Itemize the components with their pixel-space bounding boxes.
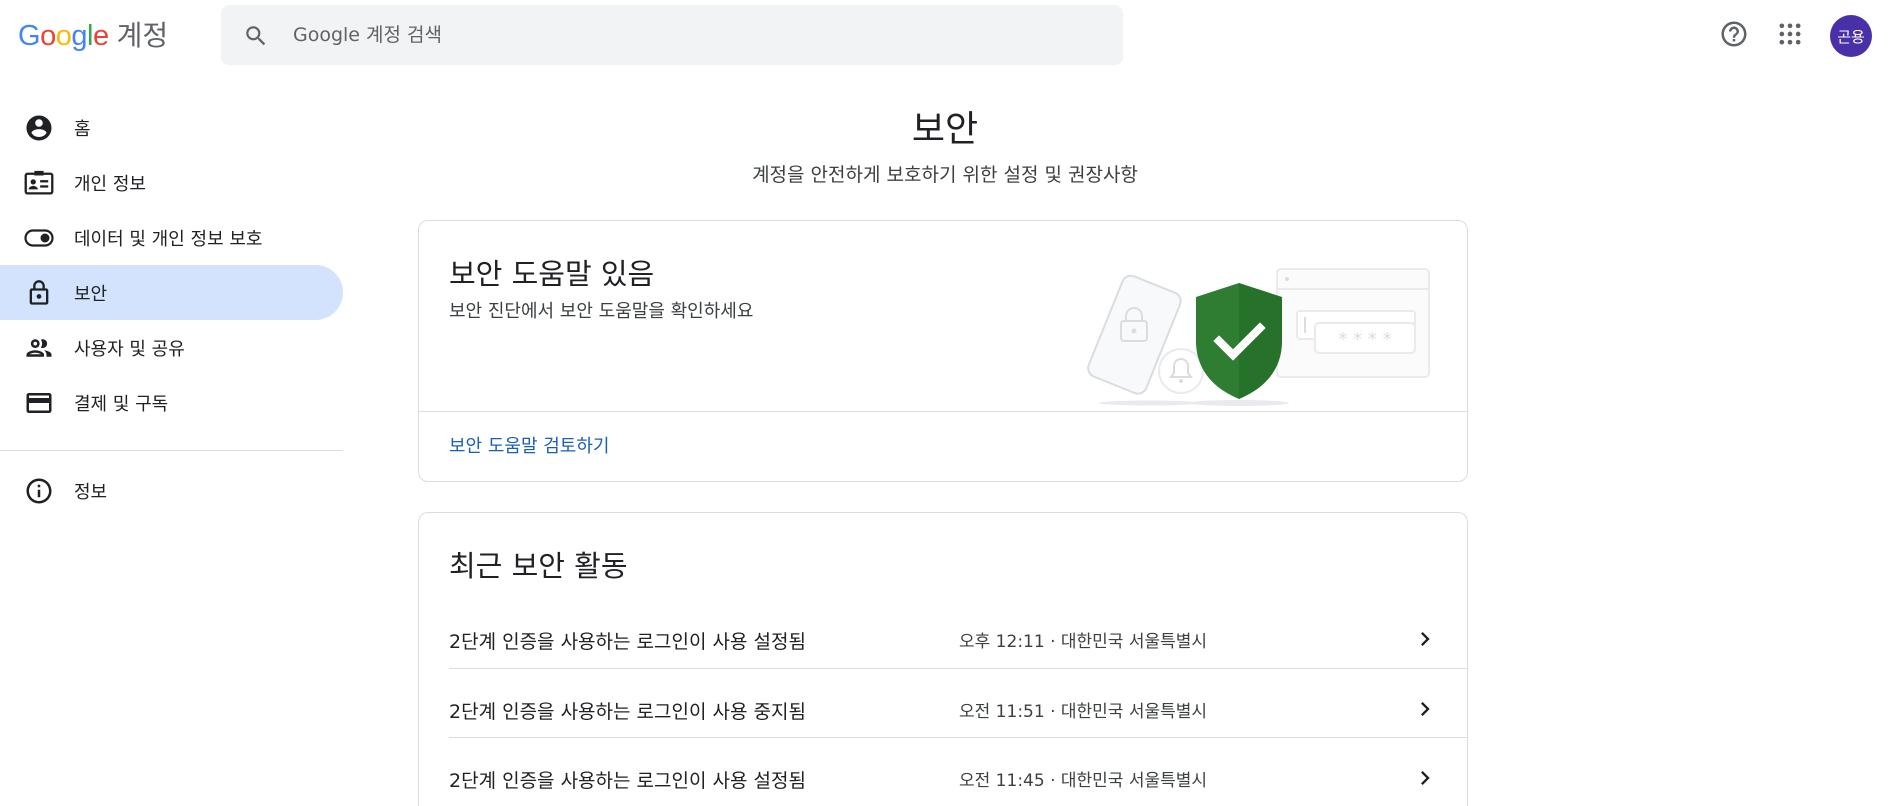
- sidebar-divider: [0, 450, 343, 451]
- logo-letter: e: [92, 20, 109, 52]
- row-divider: [449, 668, 1467, 669]
- lock-icon: [24, 278, 54, 308]
- credit-card-icon: [24, 388, 54, 418]
- page-subtitle: 계정을 안전하게 보호하기 위한 설정 및 권장사항: [752, 164, 1138, 186]
- people-icon: [24, 333, 54, 363]
- sidebar-item-label: 사용자 및 공유: [74, 338, 185, 360]
- sidebar-item-data-privacy[interactable]: 데이터 및 개인 정보 보호: [0, 210, 343, 265]
- activity-label: 2단계 인증을 사용하는 로그인이 사용 중지됨: [449, 701, 806, 723]
- password-mask-text: * * * *: [1338, 329, 1391, 350]
- security-shield-illustration: * * * *: [1087, 268, 1430, 406]
- logo-letter: o: [40, 20, 56, 52]
- activity-row[interactable]: 2단계 인증을 사용하는 로그인이 사용 중지됨 오전 11:51 · 대한민국…: [449, 675, 1467, 745]
- sidebar-item-label: 결제 및 구독: [74, 393, 169, 415]
- logo-letter: o: [55, 20, 72, 52]
- page-title: 보안: [911, 109, 979, 150]
- chevron-right-icon: [1421, 702, 1430, 716]
- sidebar-item-personal-info[interactable]: 개인 정보: [0, 155, 343, 210]
- id-card-icon: [24, 168, 54, 198]
- sidebar: 홈 개인 정보 데이터 및 개인 정보 보호 보안 사용자 및 공유 결제 및 …: [0, 100, 343, 518]
- info-icon: [24, 476, 54, 506]
- activity-meta: 오전 11:45 · 대한민국 서울특별시: [959, 771, 1208, 791]
- help-icon: [1721, 21, 1747, 47]
- security-tips-card: 보안 도움말 있음 보안 진단에서 보안 도움말을 확인하세요 * * * *: [418, 220, 1468, 482]
- activity-label: 2단계 인증을 사용하는 로그인이 사용 설정됨: [449, 770, 806, 792]
- help-button[interactable]: [1717, 17, 1751, 51]
- sidebar-item-people-sharing[interactable]: 사용자 및 공유: [0, 320, 343, 375]
- card-divider: [419, 411, 1467, 412]
- activity-row[interactable]: 2단계 인증을 사용하는 로그인이 사용 설정됨 오전 11:45 · 대한민국…: [449, 744, 1467, 806]
- google-account-logo[interactable]: Google 계정: [18, 14, 168, 54]
- sidebar-item-label: 보안: [74, 283, 108, 305]
- avatar[interactable]: 곤용: [1830, 15, 1872, 57]
- sidebar-item-payments[interactable]: 결제 및 구독: [0, 375, 343, 430]
- sidebar-item-home[interactable]: 홈: [0, 100, 343, 155]
- review-security-tips-link[interactable]: 보안 도움말 검토하기: [449, 432, 609, 458]
- sidebar-item-label: 정보: [74, 481, 108, 503]
- security-tips-title: 보안 도움말 있음: [449, 257, 655, 291]
- sidebar-item-label: 데이터 및 개인 정보 보호: [74, 228, 263, 250]
- recent-security-activity-card: 최근 보안 활동 2단계 인증을 사용하는 로그인이 사용 설정됨 오후 12:…: [418, 512, 1468, 806]
- chevron-right-icon: [1421, 771, 1430, 785]
- apps-button[interactable]: [1773, 17, 1807, 51]
- security-tips-description: 보안 진단에서 보안 도움말을 확인하세요: [449, 301, 754, 322]
- row-divider: [449, 737, 1467, 738]
- activity-row[interactable]: 2단계 인증을 사용하는 로그인이 사용 설정됨 오후 12:11 · 대한민국…: [449, 605, 1467, 675]
- sidebar-item-label: 개인 정보: [74, 173, 146, 195]
- account-circle-icon: [24, 113, 54, 143]
- google-wordmark: Google: [18, 20, 109, 53]
- search-bar[interactable]: [221, 5, 1123, 65]
- sidebar-item-security[interactable]: 보안: [0, 265, 343, 320]
- logo-letter: g: [71, 20, 87, 52]
- sidebar-item-label: 홈: [74, 118, 91, 140]
- toggle-icon: [24, 223, 54, 253]
- google-account-app: Google 계정 곤용: [0, 0, 1893, 806]
- search-icon[interactable]: [243, 23, 269, 49]
- search-input[interactable]: [293, 5, 1093, 65]
- activity-meta: 오전 11:51 · 대한민국 서울특별시: [959, 702, 1208, 722]
- sidebar-item-about[interactable]: 정보: [0, 463, 343, 518]
- product-name: 계정: [116, 19, 169, 52]
- apps-grid-icon: [1779, 23, 1801, 45]
- recent-activity-title: 최근 보안 활동: [449, 549, 628, 583]
- top-header: Google 계정 곤용: [0, 0, 1893, 72]
- activity-meta: 오후 12:11 · 대한민국 서울특별시: [959, 632, 1208, 652]
- logo-letter: G: [18, 20, 41, 52]
- chevron-right-icon: [1421, 632, 1430, 646]
- activity-label: 2단계 인증을 사용하는 로그인이 사용 설정됨: [449, 631, 806, 653]
